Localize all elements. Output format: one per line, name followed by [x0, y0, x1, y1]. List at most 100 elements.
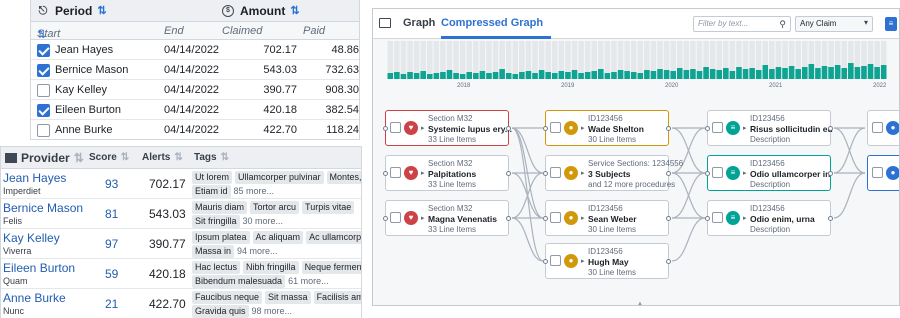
- column-paid[interactable]: Paid: [303, 25, 325, 37]
- column-alerts[interactable]: Alerts ⇅: [142, 152, 183, 163]
- sort-icon[interactable]: ⇅: [174, 152, 182, 163]
- tag[interactable]: Ut lorem: [192, 171, 233, 184]
- provider-name-link[interactable]: Bernice Mason: [3, 201, 83, 215]
- table-row[interactable]: Anne Burke 04/14/2022 422.70 118.24: [31, 120, 359, 139]
- node-title: Wade Shelton: [588, 124, 644, 134]
- graph-node[interactable]: ≡ ▸ ID123456 Odio enim, urna Description: [705, 200, 833, 236]
- expand-caret-icon[interactable]: ▸: [421, 169, 425, 177]
- expand-caret-icon[interactable]: ▸: [421, 124, 425, 132]
- tag[interactable]: Ullamcorper pulvinar: [235, 171, 324, 184]
- node-checkbox[interactable]: [550, 167, 561, 178]
- column-provider[interactable]: Provider ⇅: [5, 151, 84, 165]
- graph-node[interactable]: ♥ ▸ Section M32 Palpitations 33 Line Items: [383, 155, 511, 191]
- sort-icon[interactable]: ⇅: [97, 4, 106, 17]
- tag[interactable]: Gravida quis: [192, 305, 249, 318]
- tag[interactable]: Neque fermentum: [301, 261, 361, 274]
- expand-caret-icon[interactable]: ▸: [421, 214, 425, 222]
- tag[interactable]: Turpis vitae: [302, 201, 355, 214]
- sort-icon[interactable]: ⇅: [221, 152, 229, 163]
- graph-node[interactable]: ●: [867, 110, 899, 146]
- column-score[interactable]: Score ⇅: [89, 152, 129, 163]
- graph-node[interactable]: ● ▸ Service Sections: 1234556 3 Subjects and…: [543, 155, 683, 191]
- period-group-header[interactable]: ⎋ Period ⇅: [31, 0, 216, 22]
- expand-caret-icon[interactable]: ▸: [581, 124, 585, 132]
- node-checkbox[interactable]: [712, 122, 723, 133]
- tag[interactable]: Ac aliquam: [252, 231, 304, 244]
- node-checkbox[interactable]: [390, 122, 401, 133]
- more-tags-link[interactable]: 85 more...: [234, 185, 275, 198]
- tag[interactable]: Hac lectus: [192, 261, 241, 274]
- row-checkbox[interactable]: [37, 44, 50, 57]
- table-row[interactable]: Jean Hayes 04/14/2022 702.17 48.86: [31, 40, 359, 60]
- node-checkbox[interactable]: [550, 255, 561, 266]
- provider-name-link[interactable]: Kay Kelley: [3, 231, 60, 245]
- row-checkbox[interactable]: [37, 84, 50, 97]
- table-row[interactable]: Bernice Mason 04/14/2022 543.03 732.63: [31, 60, 359, 80]
- provider-name-link[interactable]: Eileen Burton: [3, 261, 75, 275]
- tag[interactable]: Mauris diam: [192, 201, 248, 214]
- tag[interactable]: Bibendum malesuada: [192, 275, 286, 288]
- bottom-handle-icon[interactable]: ▲: [637, 301, 643, 305]
- score-link[interactable]: 81: [105, 207, 118, 221]
- score-link[interactable]: 21: [105, 297, 118, 311]
- node-checkbox[interactable]: [390, 212, 401, 223]
- score-link[interactable]: 59: [105, 267, 118, 281]
- score-link[interactable]: 97: [105, 237, 118, 251]
- node-checkbox[interactable]: [872, 122, 883, 133]
- sort-icon[interactable]: ⇅: [121, 152, 129, 163]
- column-tags[interactable]: Tags ⇅: [194, 152, 229, 163]
- node-checkbox[interactable]: [712, 212, 723, 223]
- tag[interactable]: Ipsum platea: [192, 231, 250, 244]
- graph-node[interactable]: ●: [867, 155, 899, 191]
- tag[interactable]: Montes, moles: [326, 171, 361, 184]
- graph-node[interactable]: ● ▸ ID123456 Wade Shelton 30 Line Items: [543, 110, 671, 146]
- start-cell: Eileen Burton: [55, 104, 122, 116]
- graph-node[interactable]: ♥ ▸ Section M32 Systemic lupus ery... 33 Lin…: [383, 110, 512, 146]
- node-checkbox[interactable]: [390, 167, 401, 178]
- more-tags-link[interactable]: 30 more...: [243, 215, 284, 228]
- tag[interactable]: Sit fringilla: [192, 215, 240, 228]
- node-detail: 30 Line Items: [588, 225, 637, 234]
- tag[interactable]: Tortor arcu: [250, 201, 300, 214]
- row-checkbox[interactable]: [37, 64, 50, 77]
- expand-caret-icon[interactable]: ▸: [743, 169, 747, 177]
- row-checkbox[interactable]: [37, 124, 50, 137]
- table-row[interactable]: Kay Kelley 04/14/2022 390.77 908.30: [31, 80, 359, 100]
- graph-node[interactable]: ● ▸ ID123456 Sean Weber 30 Line Items: [543, 200, 671, 236]
- node-checkbox[interactable]: [550, 122, 561, 133]
- sort-icon[interactable]: ⇅: [74, 151, 84, 165]
- expand-caret-icon[interactable]: ▸: [743, 214, 747, 222]
- graph-node[interactable]: ≡ ▸ ID123456 Odio ullamcorper in Description: [705, 155, 833, 191]
- graph-node[interactable]: ≡ ▸ ID123456 Risus sollicitudin eu Descripti…: [705, 110, 833, 146]
- graph-node[interactable]: ● ▸ ID123456 Hugh May 30 Line Items: [543, 243, 671, 279]
- node-checkbox[interactable]: [872, 167, 883, 178]
- amount-group-header[interactable]: $ Amount ⇅: [216, 0, 359, 22]
- row-checkbox[interactable]: [37, 104, 50, 117]
- more-tags-link[interactable]: 61 more...: [288, 275, 329, 288]
- expand-caret-icon[interactable]: ▸: [581, 214, 585, 222]
- expand-caret-icon[interactable]: ▸: [743, 124, 747, 132]
- node-checkbox[interactable]: [712, 167, 723, 178]
- expand-caret-icon[interactable]: ▸: [581, 257, 585, 265]
- tag[interactable]: Nibh fringilla: [243, 261, 299, 274]
- tag[interactable]: Facilisis amet: [313, 291, 361, 304]
- graph-node[interactable]: ♥ ▸ Section M32 Magna Venenatis 33 Line Item…: [383, 200, 511, 236]
- node-checkbox[interactable]: [550, 212, 561, 223]
- tag[interactable]: Massa in: [192, 245, 235, 258]
- table-row[interactable]: Eileen Burton 04/14/2022 420.18 382.54: [31, 100, 359, 120]
- score-link[interactable]: 93: [105, 177, 118, 191]
- tag[interactable]: Etiam id: [192, 185, 231, 198]
- provider-name-link[interactable]: Jean Hayes: [3, 171, 66, 185]
- more-tags-link[interactable]: 94 more...: [237, 245, 278, 258]
- tag[interactable]: Faucibus neque: [192, 291, 263, 304]
- more-tags-link[interactable]: 98 more...: [252, 305, 293, 318]
- provider-name-link[interactable]: Anne Burke: [3, 291, 66, 305]
- node-title: Odio enim, urna: [750, 214, 815, 224]
- tag[interactable]: Sit massa: [265, 291, 311, 304]
- column-claimed[interactable]: Claimed: [222, 25, 262, 37]
- sort-icon[interactable]: ⇅: [290, 4, 299, 17]
- tag[interactable]: Ac ullamcorper: [306, 231, 361, 244]
- column-end[interactable]: End: [164, 25, 184, 37]
- expand-caret-icon[interactable]: ▸: [581, 169, 585, 177]
- graph-edge: [833, 172, 866, 219]
